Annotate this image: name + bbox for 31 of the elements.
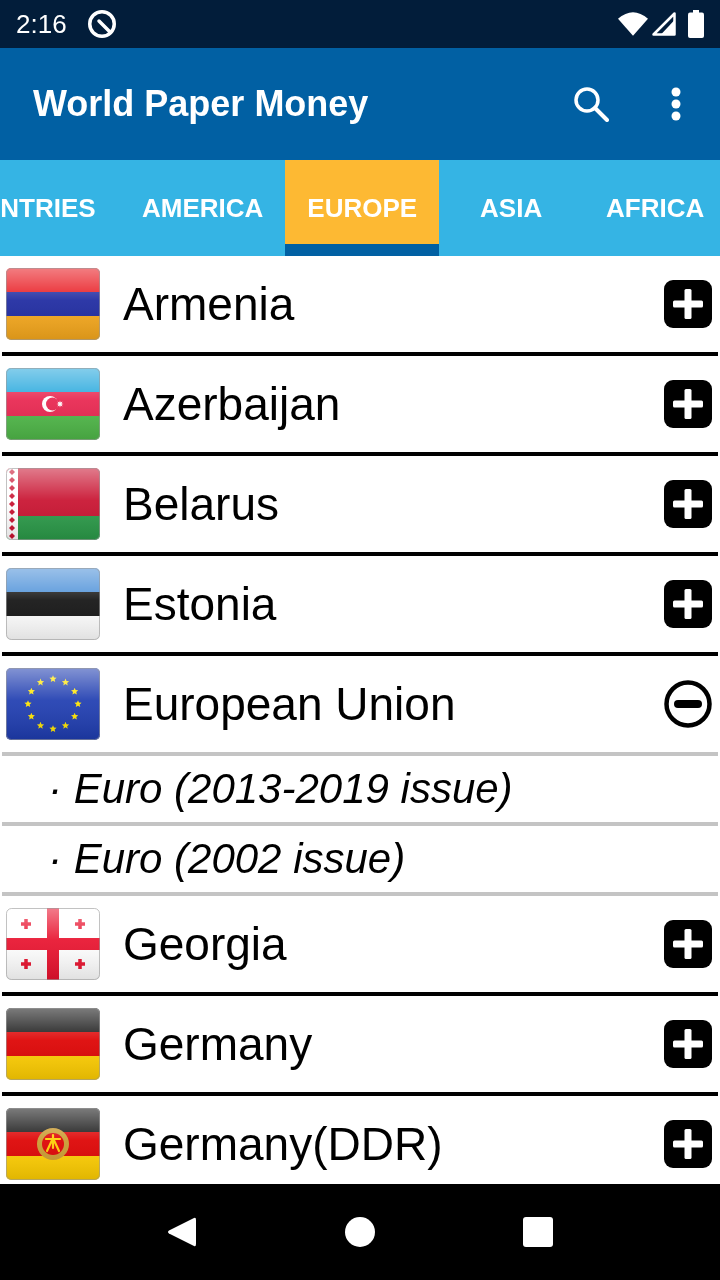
plus-icon[interactable]	[664, 1020, 712, 1068]
status-time: 2:16	[16, 11, 67, 37]
minus-icon[interactable]	[664, 680, 712, 728]
belarus-flag-icon	[6, 468, 100, 540]
search-icon[interactable]	[573, 86, 609, 122]
georgia-flag-icon	[6, 908, 100, 980]
plus-icon[interactable]	[664, 580, 712, 628]
issue-item[interactable]: · Euro (2002 issue)	[48, 838, 406, 880]
plus-icon[interactable]	[664, 480, 712, 528]
germany-flag-icon	[6, 1008, 100, 1080]
country-name[interactable]: Estonia	[123, 581, 277, 627]
battery-icon	[688, 10, 704, 38]
plus-icon[interactable]	[664, 920, 712, 968]
back-icon[interactable]	[167, 1216, 197, 1248]
azerbaijan-flag-icon	[6, 368, 100, 440]
country-name[interactable]: Belarus	[123, 481, 279, 527]
more-options-icon[interactable]	[671, 87, 681, 121]
circle-slash-icon	[86, 9, 117, 39]
wifi-icon	[618, 12, 648, 36]
issue-item[interactable]: · Euro (2013-2019 issue)	[48, 768, 513, 810]
home-icon[interactable]	[345, 1217, 375, 1247]
east-germany-flag-icon	[6, 1108, 100, 1180]
country-name[interactable]: Armenia	[123, 281, 295, 327]
armenia-flag-icon	[6, 268, 100, 340]
plus-icon[interactable]	[664, 1120, 712, 1168]
eu-flag-icon	[6, 668, 100, 740]
app-title: World Paper Money	[33, 86, 369, 122]
plus-icon[interactable]	[664, 280, 712, 328]
estonia-flag-icon	[6, 568, 100, 640]
signal-icon	[652, 12, 676, 36]
plus-icon[interactable]	[664, 380, 712, 428]
